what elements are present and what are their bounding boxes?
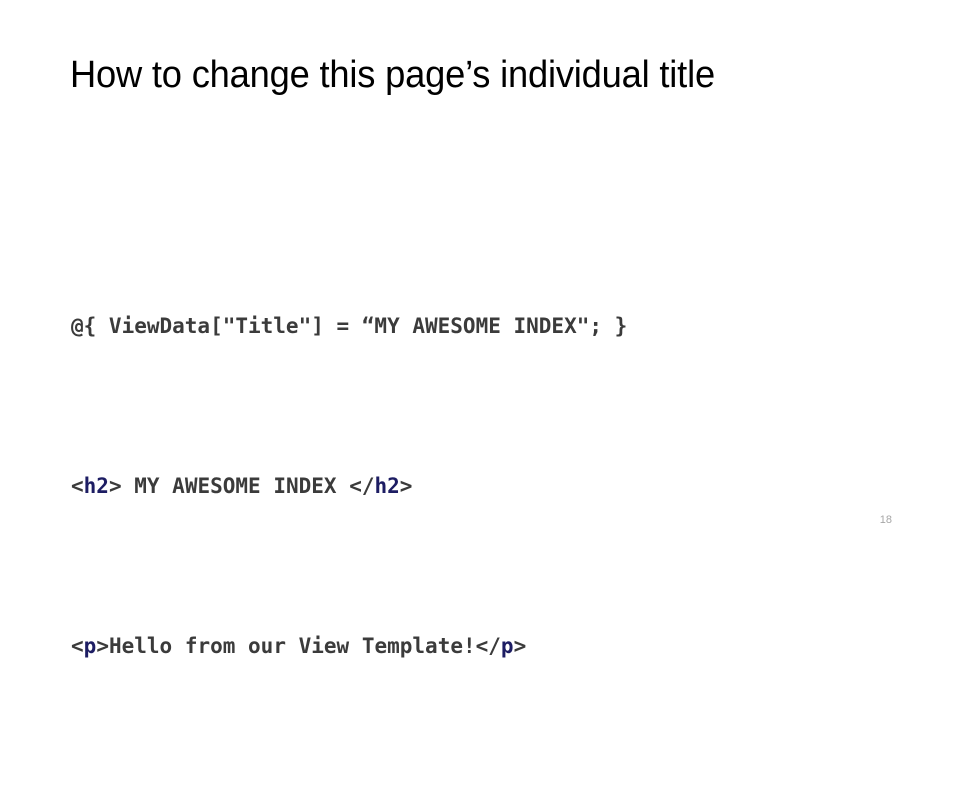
p-close-angle: </	[475, 634, 501, 658]
p-close-tagname: p	[500, 634, 514, 658]
h2-close-tagname: h2	[374, 474, 400, 498]
code-line-2: <h2> MY AWESOME INDEX </h2>	[71, 466, 901, 506]
page-number: 18	[879, 514, 892, 526]
p-content-text: Hello from our View Template!	[108, 634, 476, 658]
h2-content-text: MY AWESOME INDEX	[134, 474, 337, 498]
p-open-tagname: p	[83, 634, 97, 658]
page-title: How to change this page’s individual tit…	[70, 54, 715, 96]
slide: How to change this page’s individual tit…	[0, 0, 960, 658]
code-line-1-text: @{ ViewData["Title"] = “MY AWESOME INDEX…	[71, 314, 628, 338]
h2-open-close-angle: >	[108, 474, 135, 498]
h2-close-end-angle: >	[399, 474, 413, 498]
p-open-close-angle: >	[96, 634, 109, 658]
code-line-1: @{ ViewData["Title"] = “MY AWESOME INDEX…	[71, 306, 901, 346]
p-open-angle: <	[71, 634, 84, 658]
code-block: @{ ViewData["Title"] = “MY AWESOME INDEX…	[71, 186, 901, 786]
h2-open-angle: <	[71, 474, 84, 498]
h2-close-angle: </	[336, 474, 375, 498]
code-line-3: <p>Hello from our View Template!</p>	[71, 626, 901, 666]
h2-open-tagname: h2	[83, 474, 109, 498]
p-close-end-angle: >	[513, 634, 527, 658]
